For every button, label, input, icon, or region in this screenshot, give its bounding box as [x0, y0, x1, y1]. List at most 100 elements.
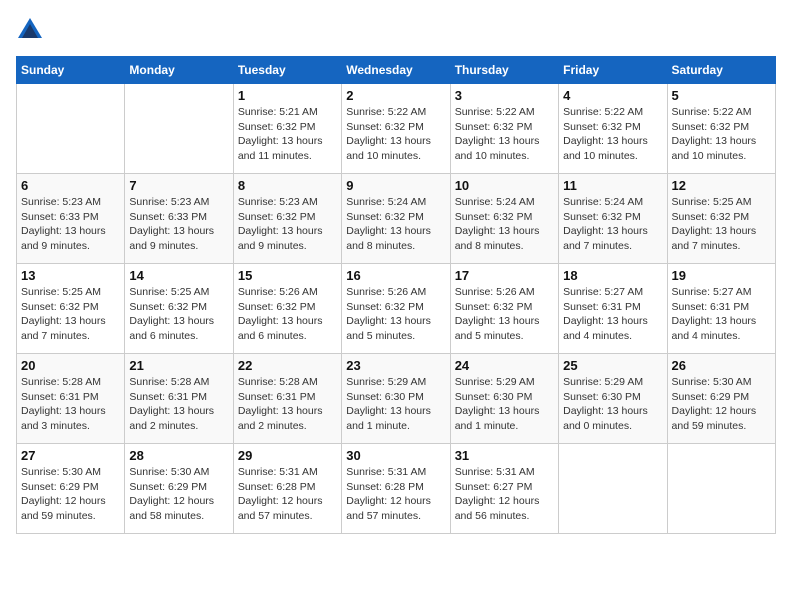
- day-info: Sunrise: 5:24 AM Sunset: 6:32 PM Dayligh…: [346, 195, 445, 254]
- day-number: 26: [672, 358, 771, 373]
- day-number: 2: [346, 88, 445, 103]
- day-number: 28: [129, 448, 228, 463]
- day-info: Sunrise: 5:26 AM Sunset: 6:32 PM Dayligh…: [346, 285, 445, 344]
- page-header: [16, 16, 776, 44]
- calendar-cell: 11 Sunrise: 5:24 AM Sunset: 6:32 PM Dayli…: [559, 174, 667, 264]
- day-info: Sunrise: 5:23 AM Sunset: 6:33 PM Dayligh…: [21, 195, 120, 254]
- day-number: 11: [563, 178, 662, 193]
- calendar-cell: 14Sunrise: 5:25 AM Sunset: 6:32 PM Dayli…: [125, 264, 233, 354]
- day-info: Sunrise: 5:28 AM Sunset: 6:31 PM Dayligh…: [238, 375, 337, 434]
- day-number: 7: [129, 178, 228, 193]
- calendar-cell: 6 Sunrise: 5:23 AM Sunset: 6:33 PM Daylig…: [17, 174, 125, 264]
- calendar-week-row: 20 Sunrise: 5:28 AM Sunset: 6:31 PM Dayli…: [17, 354, 776, 444]
- day-number: 19: [672, 268, 771, 283]
- calendar-cell: 29 Sunrise: 5:31 AM Sunset: 6:28 PM Dayli…: [233, 444, 341, 534]
- day-number: 23: [346, 358, 445, 373]
- weekday-header: Tuesday: [233, 57, 341, 84]
- day-info: Sunrise: 5:30 AM Sunset: 6:29 PM Dayligh…: [129, 465, 228, 524]
- calendar-cell: 26 Sunrise: 5:30 AM Sunset: 6:29 PM Dayli…: [667, 354, 775, 444]
- day-info: Sunrise: 5:25 AM Sunset: 6:32 PM Dayligh…: [672, 195, 771, 254]
- calendar-body: 1Sunrise: 5:21 AM Sunset: 6:32 PM Daylig…: [17, 84, 776, 534]
- weekday-header: Sunday: [17, 57, 125, 84]
- calendar-cell: 13 Sunrise: 5:25 AM Sunset: 6:32 PM Dayli…: [17, 264, 125, 354]
- calendar-cell: 8 Sunrise: 5:23 AM Sunset: 6:32 PM Daylig…: [233, 174, 341, 264]
- calendar-cell: [559, 444, 667, 534]
- calendar-cell: 15 Sunrise: 5:26 AM Sunset: 6:32 PM Dayli…: [233, 264, 341, 354]
- calendar-cell: 30 Sunrise: 5:31 AM Sunset: 6:28 PM Dayli…: [342, 444, 450, 534]
- day-info: Sunrise: 5:29 AM Sunset: 6:30 PM Dayligh…: [455, 375, 554, 434]
- day-number: 16: [346, 268, 445, 283]
- day-info: Sunrise: 5:31 AM Sunset: 6:28 PM Dayligh…: [238, 465, 337, 524]
- day-info: Sunrise: 5:28 AM Sunset: 6:31 PM Dayligh…: [129, 375, 228, 434]
- day-info: Sunrise: 5:22 AM Sunset: 6:32 PM Dayligh…: [455, 105, 554, 164]
- day-info: Sunrise: 5:26 AM Sunset: 6:32 PM Dayligh…: [238, 285, 337, 344]
- day-number: 25: [563, 358, 662, 373]
- calendar-cell: 27Sunrise: 5:30 AM Sunset: 6:29 PM Dayli…: [17, 444, 125, 534]
- weekday-header: Friday: [559, 57, 667, 84]
- day-info: Sunrise: 5:30 AM Sunset: 6:29 PM Dayligh…: [21, 465, 120, 524]
- day-number: 20: [21, 358, 120, 373]
- calendar-cell: 4 Sunrise: 5:22 AM Sunset: 6:32 PM Daylig…: [559, 84, 667, 174]
- day-info: Sunrise: 5:27 AM Sunset: 6:31 PM Dayligh…: [563, 285, 662, 344]
- day-info: Sunrise: 5:23 AM Sunset: 6:33 PM Dayligh…: [129, 195, 228, 254]
- day-number: 3: [455, 88, 554, 103]
- calendar-cell: [667, 444, 775, 534]
- calendar-cell: 23 Sunrise: 5:29 AM Sunset: 6:30 PM Dayli…: [342, 354, 450, 444]
- day-number: 18: [563, 268, 662, 283]
- day-info: Sunrise: 5:29 AM Sunset: 6:30 PM Dayligh…: [563, 375, 662, 434]
- day-number: 29: [238, 448, 337, 463]
- day-info: Sunrise: 5:28 AM Sunset: 6:31 PM Dayligh…: [21, 375, 120, 434]
- day-info: Sunrise: 5:23 AM Sunset: 6:32 PM Dayligh…: [238, 195, 337, 254]
- day-number: 9: [346, 178, 445, 193]
- weekday-header: Wednesday: [342, 57, 450, 84]
- logo: [16, 16, 48, 44]
- day-number: 30: [346, 448, 445, 463]
- day-info: Sunrise: 5:26 AM Sunset: 6:32 PM Dayligh…: [455, 285, 554, 344]
- day-number: 21: [129, 358, 228, 373]
- calendar-cell: 17 Sunrise: 5:26 AM Sunset: 6:32 PM Dayli…: [450, 264, 558, 354]
- day-number: 6: [21, 178, 120, 193]
- calendar-cell: 3 Sunrise: 5:22 AM Sunset: 6:32 PM Daylig…: [450, 84, 558, 174]
- day-info: Sunrise: 5:22 AM Sunset: 6:32 PM Dayligh…: [563, 105, 662, 164]
- day-info: Sunrise: 5:25 AM Sunset: 6:32 PM Dayligh…: [21, 285, 120, 344]
- calendar-cell: 28 Sunrise: 5:30 AM Sunset: 6:29 PM Dayli…: [125, 444, 233, 534]
- weekday-header: Saturday: [667, 57, 775, 84]
- day-number: 5: [672, 88, 771, 103]
- weekday-header: Thursday: [450, 57, 558, 84]
- day-info: Sunrise: 5:31 AM Sunset: 6:27 PM Dayligh…: [455, 465, 554, 524]
- day-info: Sunrise: 5:29 AM Sunset: 6:30 PM Dayligh…: [346, 375, 445, 434]
- day-info: Sunrise: 5:30 AM Sunset: 6:29 PM Dayligh…: [672, 375, 771, 434]
- calendar-week-row: 27Sunrise: 5:30 AM Sunset: 6:29 PM Dayli…: [17, 444, 776, 534]
- day-number: 13: [21, 268, 120, 283]
- calendar-cell: 21 Sunrise: 5:28 AM Sunset: 6:31 PM Dayli…: [125, 354, 233, 444]
- calendar-cell: 25 Sunrise: 5:29 AM Sunset: 6:30 PM Dayli…: [559, 354, 667, 444]
- calendar-cell: 22 Sunrise: 5:28 AM Sunset: 6:31 PM Dayli…: [233, 354, 341, 444]
- day-number: 4: [563, 88, 662, 103]
- calendar-week-row: 13 Sunrise: 5:25 AM Sunset: 6:32 PM Dayli…: [17, 264, 776, 354]
- day-info: Sunrise: 5:21 AM Sunset: 6:32 PM Dayligh…: [238, 105, 337, 164]
- calendar-cell: 10 Sunrise: 5:24 AM Sunset: 6:32 PM Dayli…: [450, 174, 558, 264]
- day-info: Sunrise: 5:22 AM Sunset: 6:32 PM Dayligh…: [672, 105, 771, 164]
- weekday-header: Monday: [125, 57, 233, 84]
- calendar-cell: 20 Sunrise: 5:28 AM Sunset: 6:31 PM Dayli…: [17, 354, 125, 444]
- day-info: Sunrise: 5:24 AM Sunset: 6:32 PM Dayligh…: [563, 195, 662, 254]
- calendar-cell: 31 Sunrise: 5:31 AM Sunset: 6:27 PM Dayli…: [450, 444, 558, 534]
- calendar-header: SundayMondayTuesdayWednesdayThursdayFrid…: [17, 57, 776, 84]
- day-info: Sunrise: 5:31 AM Sunset: 6:28 PM Dayligh…: [346, 465, 445, 524]
- day-number: 12: [672, 178, 771, 193]
- day-number: 22: [238, 358, 337, 373]
- calendar-cell: 18 Sunrise: 5:27 AM Sunset: 6:31 PM Dayli…: [559, 264, 667, 354]
- calendar-cell: 24 Sunrise: 5:29 AM Sunset: 6:30 PM Dayli…: [450, 354, 558, 444]
- day-number: 17: [455, 268, 554, 283]
- day-number: 15: [238, 268, 337, 283]
- day-number: 31: [455, 448, 554, 463]
- calendar-week-row: 1Sunrise: 5:21 AM Sunset: 6:32 PM Daylig…: [17, 84, 776, 174]
- calendar-cell: [17, 84, 125, 174]
- day-info: Sunrise: 5:24 AM Sunset: 6:32 PM Dayligh…: [455, 195, 554, 254]
- day-number: 10: [455, 178, 554, 193]
- day-info: Sunrise: 5:25 AM Sunset: 6:32 PM Dayligh…: [129, 285, 228, 344]
- calendar-cell: 12 Sunrise: 5:25 AM Sunset: 6:32 PM Dayli…: [667, 174, 775, 264]
- day-number: 24: [455, 358, 554, 373]
- day-info: Sunrise: 5:22 AM Sunset: 6:32 PM Dayligh…: [346, 105, 445, 164]
- day-number: 8: [238, 178, 337, 193]
